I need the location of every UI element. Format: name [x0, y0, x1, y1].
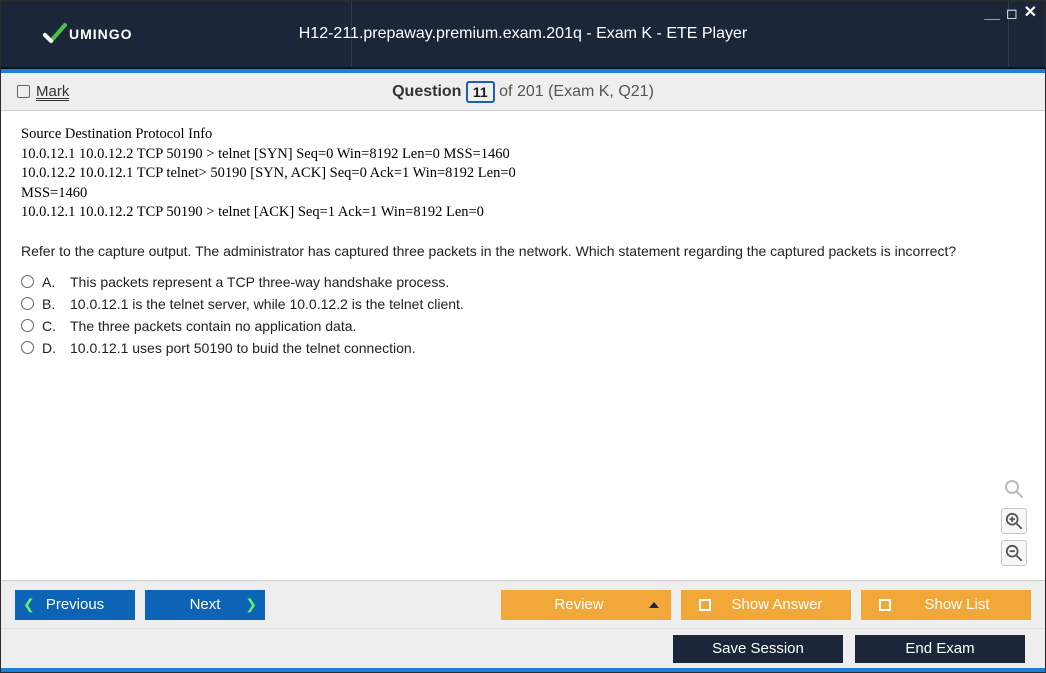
- question-body: Source Destination Protocol Info 10.0.12…: [1, 111, 1045, 580]
- app-window: UMINGO H12-211.prepaway.premium.exam.201…: [0, 0, 1046, 673]
- footer-session: Save Session End Exam: [1, 628, 1045, 672]
- option-text: This packets represent a TCP three-way h…: [70, 274, 449, 290]
- maximize-icon[interactable]: ◻: [1006, 6, 1018, 20]
- title-bar: UMINGO H12-211.prepaway.premium.exam.201…: [1, 1, 1045, 69]
- magnifier-icon[interactable]: [1001, 476, 1027, 502]
- show-answer-button[interactable]: Show Answer: [681, 590, 851, 620]
- capture-line: MSS=1460: [21, 184, 1025, 204]
- close-icon[interactable]: ✕: [1024, 5, 1037, 21]
- option-d[interactable]: D. 10.0.12.1 uses port 50190 to buid the…: [21, 337, 1025, 359]
- brand-logo: UMINGO: [41, 21, 133, 47]
- review-label: Review: [519, 596, 639, 613]
- question-word: Question: [392, 83, 461, 100]
- capture-line: Source Destination Protocol Info: [21, 125, 1025, 145]
- capture-line: 10.0.12.2 10.0.12.1 TCP telnet> 50190 [S…: [21, 164, 1025, 184]
- zoom-out-button[interactable]: [1001, 540, 1027, 566]
- option-c[interactable]: C. The three packets contain no applicat…: [21, 315, 1025, 337]
- option-letter: A.: [42, 274, 62, 290]
- minimize-icon[interactable]: __: [984, 6, 1000, 20]
- window-controls: __ ◻ ✕: [984, 5, 1037, 21]
- radio-icon: [21, 319, 34, 332]
- option-text: 10.0.12.1 uses port 50190 to buid the te…: [70, 340, 416, 356]
- question-number: 11: [466, 81, 495, 103]
- window-title: H12-211.prepaway.premium.exam.201q - Exa…: [1, 25, 1045, 43]
- footer-nav: ❮ Previous Next ❯ Review Show Answer Sho…: [1, 580, 1045, 628]
- chevron-up-icon: [649, 602, 659, 608]
- capture-line: 10.0.12.1 10.0.12.2 TCP 50190 > telnet […: [21, 145, 1025, 165]
- show-answer-label: Show Answer: [721, 596, 833, 613]
- next-label: Next: [190, 596, 221, 613]
- end-exam-button[interactable]: End Exam: [855, 635, 1025, 663]
- option-text: 10.0.12.1 is the telnet server, while 10…: [70, 296, 464, 312]
- brand-name: UMINGO: [69, 26, 133, 42]
- capture-line: 10.0.12.1 10.0.12.2 TCP 50190 > telnet […: [21, 203, 1025, 223]
- show-list-label: Show List: [901, 596, 1013, 613]
- review-button[interactable]: Review: [501, 590, 671, 620]
- radio-icon: [21, 297, 34, 310]
- question-counter: Question 11 of 201 (Exam K, Q21): [1, 81, 1045, 103]
- titlebar-divider: [351, 1, 352, 67]
- end-exam-label: End Exam: [905, 640, 974, 657]
- question-total: of 201 (Exam K, Q21): [499, 83, 654, 100]
- chevron-right-icon: ❯: [245, 596, 257, 613]
- chevron-left-icon: ❮: [23, 596, 35, 613]
- radio-icon: [21, 275, 34, 288]
- show-list-button[interactable]: Show List: [861, 590, 1031, 620]
- checkbox-icon: [699, 599, 711, 611]
- answer-options: A. This packets represent a TCP three-wa…: [1, 265, 1045, 365]
- next-button[interactable]: Next ❯: [145, 590, 265, 620]
- option-letter: D.: [42, 340, 62, 356]
- zoom-in-button[interactable]: [1001, 508, 1027, 534]
- option-b[interactable]: B. 10.0.12.1 is the telnet server, while…: [21, 293, 1025, 315]
- checkmark-icon: [41, 21, 67, 47]
- previous-label: Previous: [46, 596, 104, 613]
- radio-icon: [21, 341, 34, 354]
- option-letter: C.: [42, 318, 62, 334]
- option-a[interactable]: A. This packets represent a TCP three-wa…: [21, 271, 1025, 293]
- save-session-button[interactable]: Save Session: [673, 635, 843, 663]
- question-prompt: Refer to the capture output. The adminis…: [1, 233, 1045, 265]
- option-text: The three packets contain no application…: [70, 318, 356, 334]
- previous-button[interactable]: ❮ Previous: [15, 590, 135, 620]
- zoom-tools: [1001, 476, 1027, 566]
- option-letter: B.: [42, 296, 62, 312]
- checkbox-icon: [879, 599, 891, 611]
- question-preformatted: Source Destination Protocol Info 10.0.12…: [1, 111, 1045, 233]
- save-session-label: Save Session: [712, 640, 804, 657]
- question-header-bar: Mark Question 11 of 201 (Exam K, Q21): [1, 73, 1045, 111]
